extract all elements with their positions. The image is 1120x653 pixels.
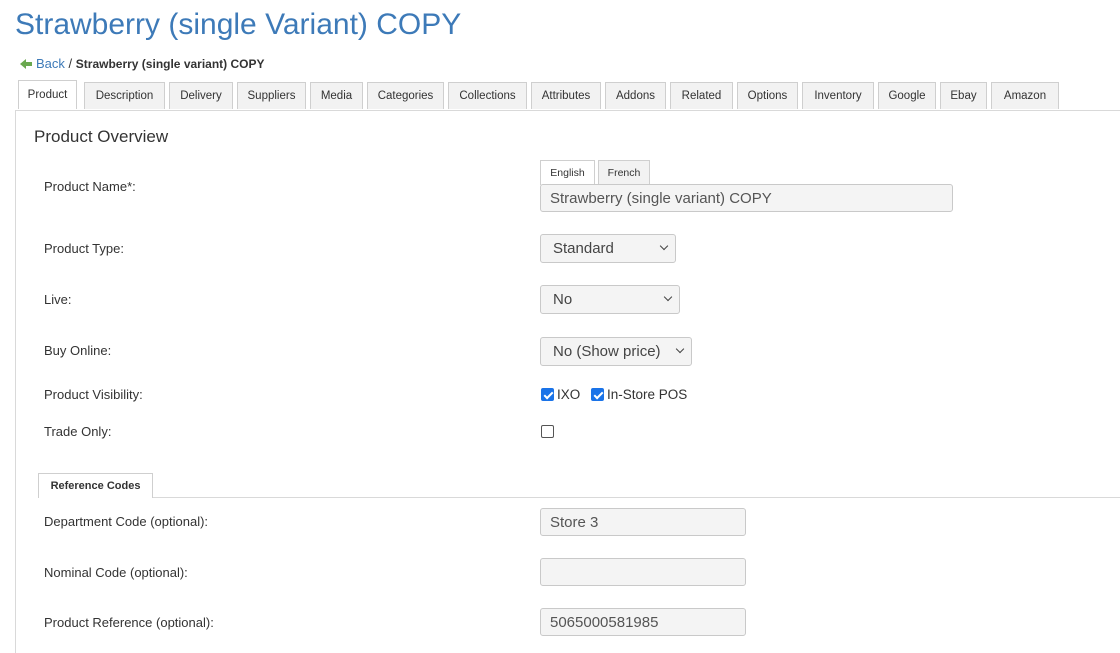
- breadcrumb: Back / Strawberry (single variant) COPY: [20, 56, 265, 71]
- page-title: Strawberry (single Variant) COPY: [15, 8, 462, 41]
- tab-media[interactable]: Media: [310, 82, 363, 109]
- buy-online-value: No (Show price): [553, 343, 661, 360]
- label-nominal-code: Nominal Code (optional):: [44, 565, 188, 580]
- tab-language-english[interactable]: English: [540, 160, 595, 185]
- product-name-input[interactable]: [540, 184, 953, 212]
- tab-amazon[interactable]: Amazon: [991, 82, 1059, 109]
- label-buy-online: Buy Online:: [44, 343, 112, 358]
- checkbox-in-store-pos[interactable]: [591, 388, 604, 401]
- checkbox-ixo-label: IXO: [557, 387, 581, 402]
- tab-suppliers[interactable]: Suppliers: [237, 82, 306, 109]
- department-code-input[interactable]: [540, 508, 746, 536]
- tab-collections[interactable]: Collections: [448, 82, 527, 109]
- reference-codes-tabs: Reference Codes: [38, 473, 1120, 498]
- product-panel: Product Overview English French Product …: [15, 110, 1120, 653]
- tab-ebay[interactable]: Ebay: [940, 82, 987, 109]
- chevron-down-icon: [675, 344, 685, 354]
- tab-delivery[interactable]: Delivery: [169, 82, 233, 109]
- buy-online-select[interactable]: No (Show price): [540, 337, 692, 366]
- back-arrow-icon-tail[interactable]: [26, 61, 32, 66]
- product-tabs: Product Description Delivery Suppliers M…: [15, 80, 1120, 111]
- breadcrumb-separator: /: [68, 56, 73, 71]
- checkbox-trade-only[interactable]: [541, 425, 554, 438]
- label-product-reference: Product Reference (optional):: [44, 615, 214, 630]
- label-live: Live:: [44, 292, 72, 307]
- tab-related[interactable]: Related: [670, 82, 733, 109]
- tab-reference-codes[interactable]: Reference Codes: [38, 473, 153, 498]
- product-type-select[interactable]: Standard: [540, 234, 676, 263]
- live-select[interactable]: No: [540, 285, 680, 314]
- tab-product[interactable]: Product: [18, 80, 77, 109]
- live-value: No: [553, 291, 573, 308]
- label-product-name: Product Name*:: [44, 179, 136, 194]
- back-link[interactable]: Back: [36, 56, 65, 71]
- tab-language-french[interactable]: French: [598, 160, 650, 185]
- checkbox-in-store-pos-label: In-Store POS: [607, 387, 688, 402]
- label-trade-only: Trade Only:: [44, 424, 112, 439]
- label-product-visibility: Product Visibility:: [44, 387, 143, 402]
- tab-options[interactable]: Options: [737, 82, 798, 109]
- nominal-code-input[interactable]: [540, 558, 746, 586]
- product-reference-input[interactable]: [540, 608, 746, 636]
- label-department-code: Department Code (optional):: [44, 514, 209, 529]
- tab-inventory[interactable]: Inventory: [802, 82, 874, 109]
- tab-categories[interactable]: Categories: [367, 82, 444, 109]
- section-title-product-overview: Product Overview: [34, 127, 169, 146]
- tab-attributes[interactable]: Attributes: [531, 82, 601, 109]
- tab-addons[interactable]: Addons: [605, 82, 666, 109]
- breadcrumb-current: Strawberry (single variant) COPY: [75, 57, 265, 71]
- checkbox-ixo[interactable]: [541, 388, 554, 401]
- chevron-down-icon: [659, 241, 669, 251]
- chevron-down-icon: [663, 292, 673, 302]
- tab-description[interactable]: Description: [84, 82, 165, 109]
- label-product-type: Product Type:: [44, 241, 124, 256]
- product-type-value: Standard: [553, 240, 614, 257]
- tab-google[interactable]: Google: [878, 82, 936, 109]
